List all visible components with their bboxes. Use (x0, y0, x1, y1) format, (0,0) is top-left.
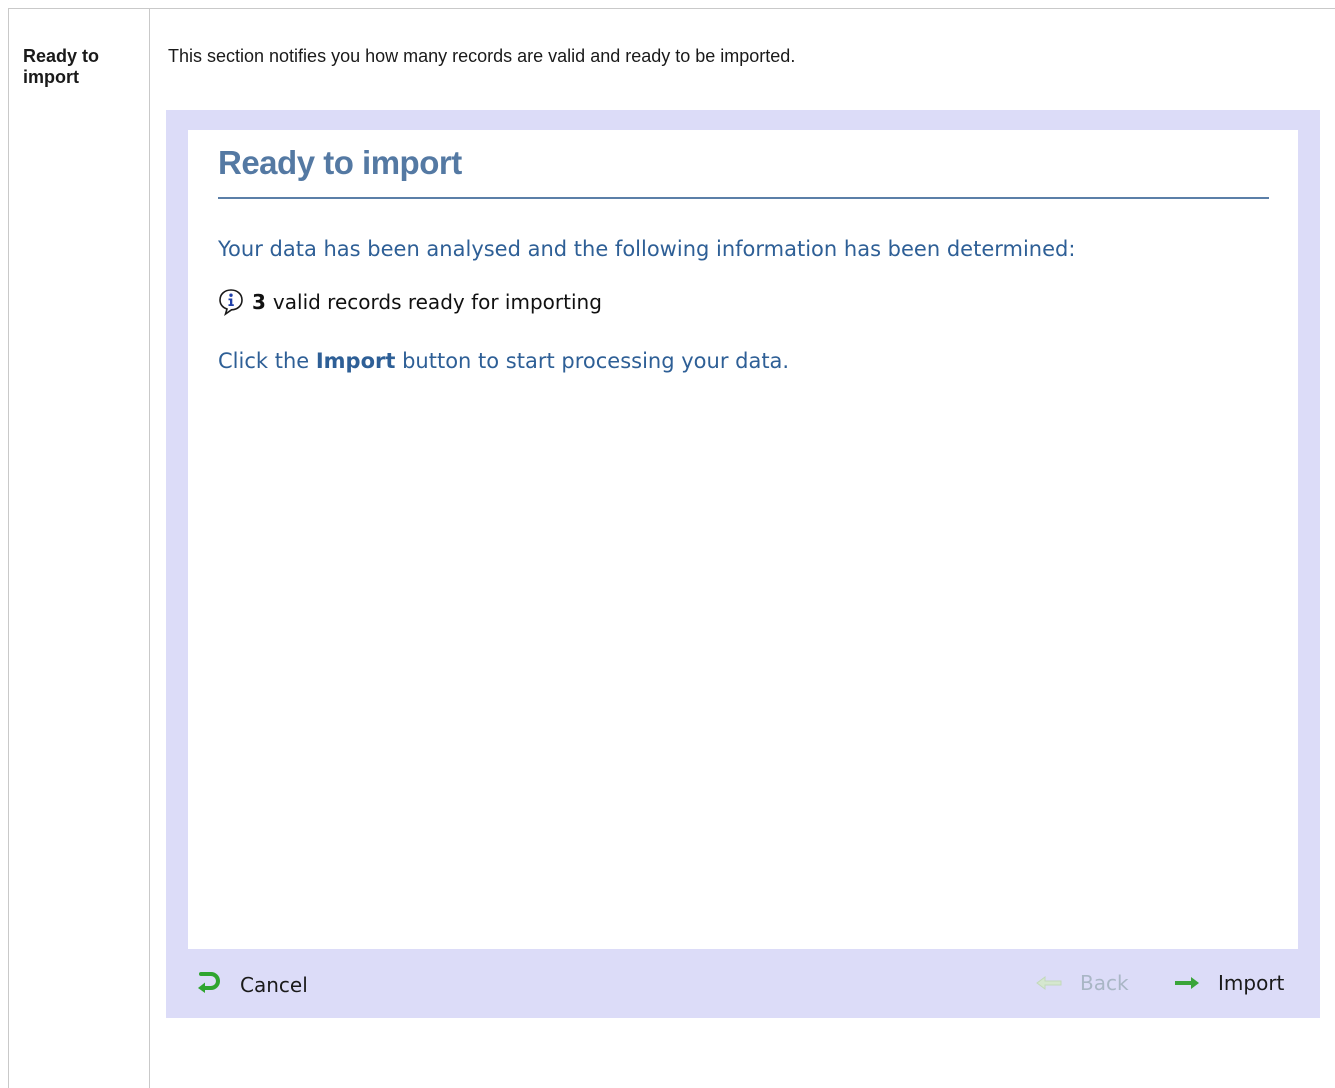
wizard-footer: Cancel Back Import (166, 965, 1320, 1005)
import-hint: Click the Import button to start process… (218, 349, 789, 373)
analysis-intro: Your data has been analysed and the foll… (218, 237, 1076, 261)
right-arrow-icon (1174, 971, 1200, 995)
section-heading: Ready to import (23, 46, 100, 87)
valid-record-count: 3 (252, 290, 266, 314)
back-button[interactable]: Back (1036, 971, 1129, 995)
section-description: This section notifies you how many recor… (168, 46, 796, 66)
import-hint-prefix: Click the (218, 349, 316, 373)
wizard-title: Ready to import (218, 144, 462, 181)
cancel-label: Cancel (240, 972, 308, 997)
import-button[interactable]: Import (1174, 971, 1284, 995)
import-wizard: Ready to import Your data has been analy… (166, 110, 1320, 1018)
valid-records-text: valid records ready for importing (272, 290, 602, 314)
wizard-content-panel: Ready to import Your data has been analy… (188, 130, 1298, 949)
title-divider (218, 197, 1269, 199)
import-label: Import (1218, 971, 1285, 995)
cancel-button[interactable]: Cancel (196, 971, 308, 998)
info-icon (218, 288, 244, 316)
left-arrow-icon (1036, 971, 1062, 995)
import-hint-suffix: button to start processing your data. (395, 349, 790, 373)
back-label: Back (1080, 971, 1129, 995)
import-hint-emphasis: Import (315, 349, 396, 373)
undo-arrow-icon (196, 971, 222, 998)
column-divider (149, 8, 150, 1088)
valid-records-notice: 3 valid records ready for importing (218, 288, 602, 316)
